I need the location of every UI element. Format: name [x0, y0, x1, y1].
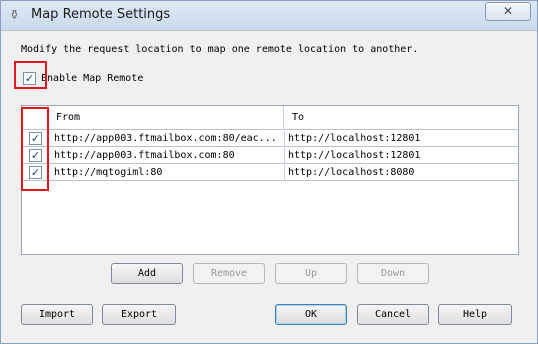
help-button[interactable]: Help: [438, 304, 512, 325]
move-down-button[interactable]: Down: [357, 263, 429, 284]
title-bar[interactable]: ⚱ Map Remote Settings ✕: [1, 1, 537, 31]
highlight-enable-checkbox: [14, 61, 47, 89]
row-to: http://localhost:12801: [288, 133, 421, 144]
description-text: Modify the request location to map one r…: [21, 44, 419, 55]
column-divider: [284, 131, 285, 147]
window-title: Map Remote Settings: [31, 7, 171, 22]
app-icon: ⚱: [9, 8, 20, 23]
add-button[interactable]: Add: [111, 263, 183, 284]
column-divider: [284, 165, 285, 181]
cancel-button[interactable]: Cancel: [357, 304, 429, 325]
column-divider: [284, 148, 285, 164]
move-up-button[interactable]: Up: [275, 263, 347, 284]
remove-button[interactable]: Remove: [193, 263, 265, 284]
close-button[interactable]: ✕: [485, 2, 531, 21]
highlight-row-checkboxes: [21, 107, 49, 191]
table-row[interactable]: ✓ http://app003.ftmailbox.com:80 http://…: [22, 148, 518, 164]
export-button[interactable]: Export: [102, 304, 176, 325]
row-from: http://app003.ftmailbox.com:80/eac...: [54, 133, 277, 144]
row-from: http://mqtogiml:80: [54, 167, 163, 178]
table-header: From To: [22, 106, 518, 130]
import-button[interactable]: Import: [21, 304, 93, 325]
header-from[interactable]: From: [48, 106, 284, 130]
table-row[interactable]: ✓ http://app003.ftmailbox.com:80/eac... …: [22, 131, 518, 147]
mappings-table[interactable]: From To ✓ http://app003.ftmailbox.com:80…: [21, 105, 519, 255]
header-to[interactable]: To: [284, 106, 518, 130]
table-row[interactable]: ✓ http://mqtogiml:80 http://localhost:80…: [22, 165, 518, 181]
row-to: http://localhost:12801: [288, 150, 421, 161]
row-from: http://app003.ftmailbox.com:80: [54, 150, 235, 161]
row-to: http://localhost:8080: [288, 167, 415, 178]
map-remote-dialog: ⚱ Map Remote Settings ✕ Modify the reque…: [0, 0, 538, 344]
ok-button[interactable]: OK: [275, 304, 347, 325]
enable-map-remote-label: Enable Map Remote: [41, 73, 144, 84]
